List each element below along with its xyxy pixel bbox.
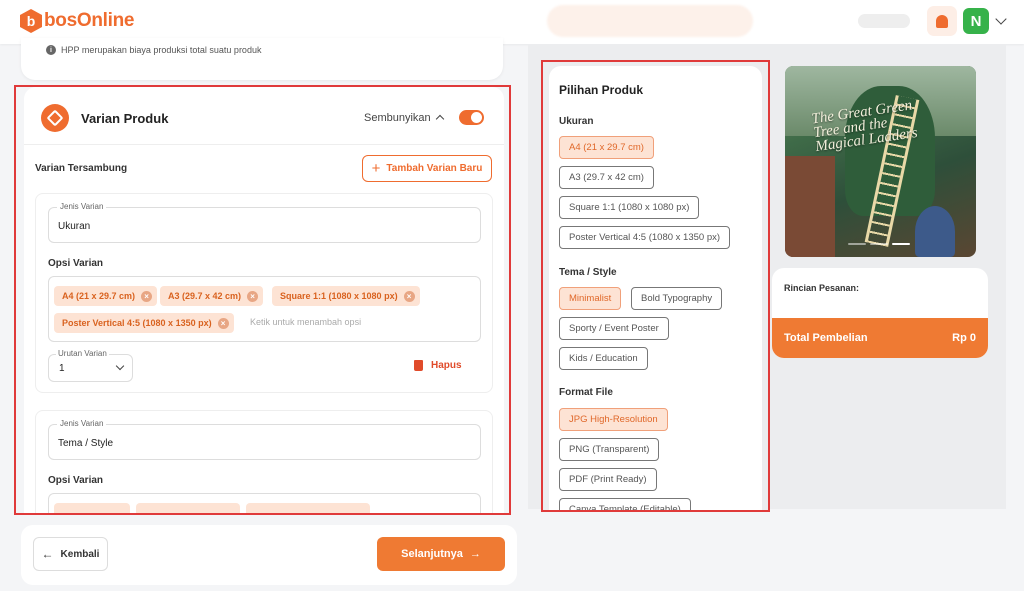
arrow-left-icon: ← xyxy=(41,547,54,561)
option-kids[interactable]: Kids / Education xyxy=(559,347,648,370)
arrow-right-icon: → xyxy=(469,548,481,560)
chevron-down-icon[interactable] xyxy=(995,13,1007,25)
carousel-dot[interactable] xyxy=(848,243,866,245)
option-canva[interactable]: Canva Template (Editable) xyxy=(559,498,691,510)
image-house xyxy=(785,156,835,257)
product-options-card: Pilihan Produk Ukuran A4 (21 x 29.7 cm) … xyxy=(549,66,762,510)
chevron-up-icon[interactable] xyxy=(435,114,445,124)
option-chip-label: A3 (29.7 x 42 cm) xyxy=(168,291,242,301)
option-chip[interactable] xyxy=(246,503,370,513)
varian-toggle[interactable] xyxy=(459,110,484,125)
logo-icon: b xyxy=(20,9,42,33)
add-variant-button[interactable]: + Tambah Varian Baru xyxy=(362,155,492,182)
order-details-label: Rincian Pesanan: xyxy=(784,283,860,293)
product-options-title: Pilihan Produk xyxy=(559,83,644,97)
remove-chip-icon[interactable]: × xyxy=(141,290,153,302)
variant-type-value: Tema / Style xyxy=(58,438,114,449)
logo-text: bosOnline xyxy=(44,10,135,31)
connected-variants-label: Varian Tersambung xyxy=(35,163,128,174)
avatar[interactable]: N xyxy=(963,8,989,34)
hpp-info: i HPP merupakan biaya produksi total sua… xyxy=(46,45,261,55)
section-label-format: Format File xyxy=(559,387,613,398)
variant-order-select[interactable]: Urutan Varian 1 xyxy=(48,349,133,382)
option-poster-vertical[interactable]: Poster Vertical 4:5 (1080 x 1350 px) xyxy=(559,226,731,249)
next-label: Selanjutnya xyxy=(401,548,463,560)
hide-button[interactable]: Sembunyikan xyxy=(364,112,431,124)
variant-options-input[interactable] xyxy=(48,493,481,513)
hpp-note: HPP merupakan biaya produksi total suatu… xyxy=(61,45,262,55)
trash-icon xyxy=(414,360,423,371)
option-jpg[interactable]: JPG High-Resolution xyxy=(559,408,668,431)
plus-icon: + xyxy=(371,160,381,177)
varian-card: Varian Produk Sembunyikan Varian Tersamb… xyxy=(24,87,504,513)
layers-icon xyxy=(41,104,69,132)
variant-type-field[interactable]: Jenis Varian Ukuran xyxy=(48,202,481,243)
variant-group: Jenis Varian Tema / Style Opsi Varian xyxy=(35,410,493,513)
remove-chip-icon[interactable]: × xyxy=(217,317,229,329)
next-button[interactable]: Selanjutnya → xyxy=(377,537,505,571)
total-bar: Total Pembelian Rp 0 xyxy=(772,318,988,358)
varian-panel: Varian Produk Sembunyikan Varian Tersamb… xyxy=(14,85,511,515)
option-chip-label: A4 (21 x 29.7 cm) xyxy=(62,291,136,301)
option-sporty[interactable]: Sporty / Event Poster xyxy=(559,317,669,340)
add-variant-label: Tambah Varian Baru xyxy=(386,163,483,174)
delete-variant-button[interactable]: Hapus xyxy=(414,360,462,371)
option-chip-label: Square 1:1 (1080 x 1080 px) xyxy=(280,291,398,301)
varian-header: Varian Produk Sembunyikan xyxy=(24,87,504,145)
variant-type-label: Jenis Varian xyxy=(57,202,107,211)
info-icon: i xyxy=(46,45,56,55)
product-options-panel: Pilihan Produk Ukuran A4 (21 x 29.7 cm) … xyxy=(541,60,770,512)
variant-options-label: Opsi Varian xyxy=(48,258,104,269)
option-chip[interactable]: Square 1:1 (1080 x 1080 px) × xyxy=(272,286,420,306)
option-bold-typography[interactable]: Bold Typography xyxy=(631,287,723,310)
back-label: Kembali xyxy=(60,548,100,560)
order-summary-card: Rincian Pesanan: Total Pembelian Rp 0 xyxy=(772,268,988,358)
navigation-card: ← Kembali Selanjutnya → xyxy=(21,525,517,585)
variant-type-label: Jenis Varian xyxy=(57,419,107,428)
chevron-down-icon xyxy=(115,361,125,371)
carousel-dot[interactable] xyxy=(870,243,888,245)
option-pdf[interactable]: PDF (Print Ready) xyxy=(559,468,657,491)
option-chip[interactable] xyxy=(136,503,240,513)
option-a4[interactable]: A4 (21 x 29.7 cm) xyxy=(559,136,654,159)
total-label: Total Pembelian xyxy=(784,332,868,344)
option-a3[interactable]: A3 (29.7 x 42 cm) xyxy=(559,166,654,189)
option-square[interactable]: Square 1:1 (1080 x 1080 px) xyxy=(559,196,700,219)
option-placeholder[interactable]: Ketik untuk menambah opsi xyxy=(250,317,361,327)
section-label-style: Tema / Style xyxy=(559,267,617,278)
option-chip[interactable] xyxy=(54,503,130,513)
back-button[interactable]: ← Kembali xyxy=(33,537,108,571)
remove-chip-icon[interactable]: × xyxy=(247,290,259,302)
delete-label: Hapus xyxy=(431,360,462,371)
variant-type-value: Ukuran xyxy=(58,221,91,232)
variant-options-label: Opsi Varian xyxy=(48,475,104,486)
option-chip[interactable]: A3 (29.7 x 42 cm) × xyxy=(160,286,264,306)
variant-order-label: Urutan Varian xyxy=(56,349,109,358)
bell-icon xyxy=(936,14,948,28)
variant-order-value: 1 xyxy=(59,363,65,374)
notification-button[interactable] xyxy=(927,6,957,36)
variant-type-field[interactable]: Jenis Varian Tema / Style xyxy=(48,419,481,460)
varian-title: Varian Produk xyxy=(81,111,169,126)
product-image[interactable]: The Great Green Tree and the Magical Lad… xyxy=(785,66,976,257)
blurred-pill xyxy=(858,14,910,28)
variant-group: Jenis Varian Ukuran Opsi Varian A4 (21 x… xyxy=(35,193,493,393)
option-chip-label: Poster Vertical 4:5 (1080 x 1350 px) xyxy=(62,318,212,328)
carousel-dots[interactable] xyxy=(848,243,914,245)
option-chip[interactable]: Poster Vertical 4:5 (1080 x 1350 px) × xyxy=(54,313,234,333)
option-chip[interactable]: A4 (21 x 29.7 cm) × xyxy=(54,286,158,306)
variant-options-input[interactable]: A4 (21 x 29.7 cm) × A3 (29.7 x 42 cm) × Sq… xyxy=(48,276,481,342)
logo[interactable]: b bosOnline xyxy=(20,9,135,33)
carousel-dot-active[interactable] xyxy=(892,243,910,245)
total-value: Rp 0 xyxy=(952,332,976,344)
option-minimalist[interactable]: Minimalist xyxy=(559,287,622,310)
image-boy xyxy=(915,206,955,257)
blurred-header-element xyxy=(547,5,753,37)
section-label-size: Ukuran xyxy=(559,116,594,127)
remove-chip-icon[interactable]: × xyxy=(403,290,415,302)
option-png[interactable]: PNG (Transparent) xyxy=(559,438,660,461)
